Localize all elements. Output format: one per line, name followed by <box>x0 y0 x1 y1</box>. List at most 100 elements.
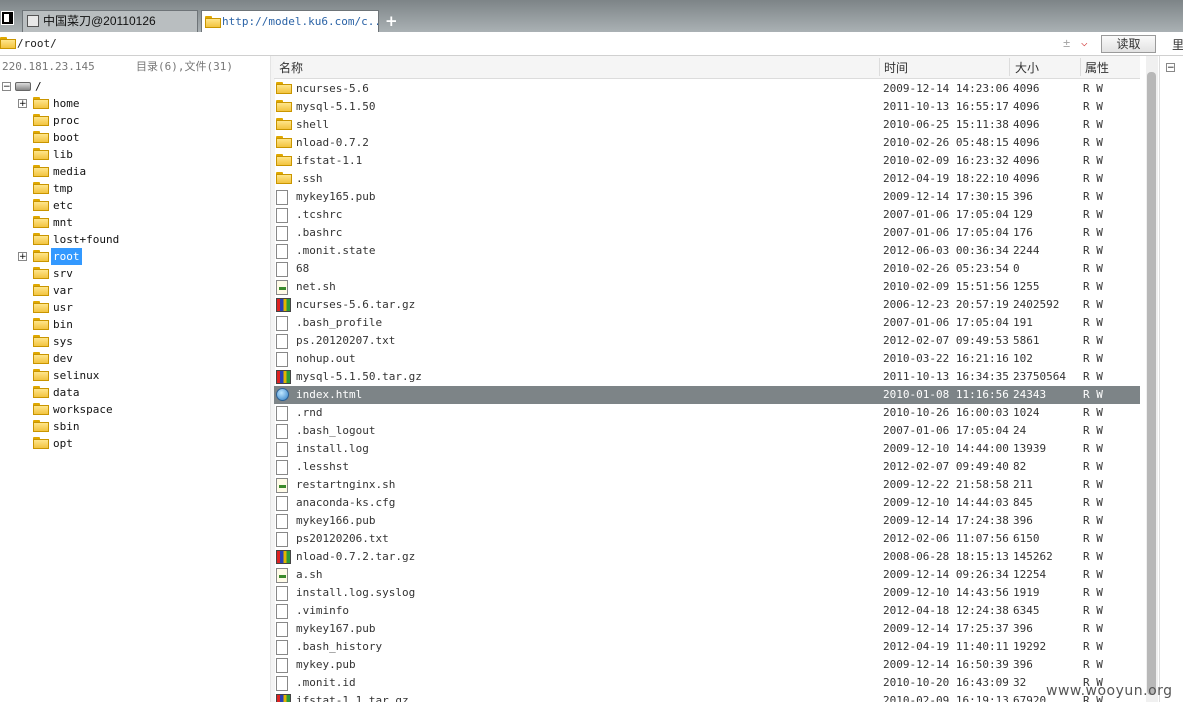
file-attr: R W <box>1083 190 1103 203</box>
tree-item-root[interactable]: + root <box>0 248 270 265</box>
tree-item-tmp[interactable]: tmp <box>0 180 270 197</box>
file-name: install.log <box>296 442 369 455</box>
file-row[interactable]: mykey166.pub 2009-12-14 17:24:38 396 R W <box>274 512 1140 530</box>
file-row[interactable]: ps.20120207.txt 2012-02-07 09:49:53 5861 R … <box>274 332 1140 350</box>
file-row[interactable]: .bash_history 2012-04-19 11:40:11 19292 R W <box>274 638 1140 656</box>
tree-item-sys[interactable]: sys <box>0 333 270 350</box>
tree-item-etc[interactable]: etc <box>0 197 270 214</box>
file-row[interactable]: install.log.syslog 2009-12-10 14:43:56 191… <box>274 584 1140 602</box>
file-row[interactable]: install.log 2009-12-10 14:44:00 13939 R W <box>274 440 1140 458</box>
tree-item-workspace[interactable]: workspace <box>0 401 270 418</box>
tree-root[interactable]: − / <box>0 78 270 95</box>
file-attr: R W <box>1083 388 1103 401</box>
file-size: 23750564 <box>1013 370 1066 383</box>
column-divider[interactable] <box>1009 58 1010 76</box>
column-divider[interactable] <box>879 58 880 76</box>
file-attr: R W <box>1083 118 1103 131</box>
tree-item-opt[interactable]: opt <box>0 435 270 452</box>
folder-icon <box>276 136 292 148</box>
tree-item-lost-found[interactable]: lost+found <box>0 231 270 248</box>
file-row[interactable]: ifstat-1.1.tar.gz 2010-02-09 16:19:13 6792… <box>274 692 1140 702</box>
tree-item-proc[interactable]: proc <box>0 112 270 129</box>
new-tab-button[interactable]: + <box>385 12 398 30</box>
file-name: mykey167.pub <box>296 622 376 635</box>
file-name: .viminfo <box>296 604 349 617</box>
column-name[interactable]: 名称 <box>279 59 303 76</box>
file-time: 2009-12-14 16:50:39 <box>883 658 1009 671</box>
file-row[interactable]: a.sh 2009-12-14 09:26:34 12254 R W <box>274 566 1140 584</box>
file-row[interactable]: .rnd 2010-10-26 16:00:03 1024 R W <box>274 404 1140 422</box>
tree-item-srv[interactable]: srv <box>0 265 270 282</box>
file-row[interactable]: .bash_logout 2007-01-06 17:05:04 24 R W <box>274 422 1140 440</box>
folder-icon <box>33 386 49 398</box>
file-time: 2010-02-09 16:19:13 <box>883 694 1009 702</box>
collapse-icon[interactable]: − <box>2 82 11 92</box>
file-attr: R W <box>1083 478 1103 491</box>
file-row[interactable]: net.sh 2010-02-09 15:51:56 1255 R W <box>274 278 1140 296</box>
expand-icon[interactable]: + <box>18 252 27 262</box>
tree-item-boot[interactable]: boot <box>0 129 270 146</box>
file-row[interactable]: nohup.out 2010-03-22 16:21:16 102 R W <box>274 350 1140 368</box>
file-row[interactable]: .bash_profile 2007-01-06 17:05:04 191 R W <box>274 314 1140 332</box>
file-row[interactable]: .monit.state 2012-06-03 00:36:34 2244 R W <box>274 242 1140 260</box>
window-menu-icon[interactable] <box>1 11 14 25</box>
file-row[interactable]: ncurses-5.6 2009-12-14 14:23:06 4096 R W <box>274 80 1140 98</box>
folder-icon <box>276 82 292 94</box>
tree-item-data[interactable]: data <box>0 384 270 401</box>
file-row[interactable]: restartnginx.sh 2009-12-22 21:58:58 211 R W <box>274 476 1140 494</box>
file-attr: R W <box>1083 550 1103 563</box>
file-name: nohup.out <box>296 352 356 365</box>
file-row[interactable]: shell 2010-06-25 15:11:38 4096 R W <box>274 116 1140 134</box>
file-row[interactable]: mykey167.pub 2009-12-14 17:25:37 396 R W <box>274 620 1140 638</box>
folder-icon <box>33 267 49 279</box>
file-row[interactable]: .tcshrc 2007-01-06 17:05:04 129 R W <box>274 206 1140 224</box>
file-size: 5861 <box>1013 334 1040 347</box>
plus-minus-icon[interactable]: ± <box>1063 36 1070 50</box>
tree-item-dev[interactable]: dev <box>0 350 270 367</box>
expand-icon[interactable]: + <box>18 99 27 109</box>
tree-item-lib[interactable]: lib <box>0 146 270 163</box>
file-row[interactable]: ncurses-5.6.tar.gz 2006-12-23 20:57:19 240… <box>274 296 1140 314</box>
file-row[interactable]: mykey165.pub 2009-12-14 17:30:15 396 R W <box>274 188 1140 206</box>
tab-caidao[interactable]: 中国菜刀@20110126 <box>22 10 198 32</box>
file-row[interactable]: mysql-5.1.50.tar.gz 2011-10-13 16:34:35 23… <box>274 368 1140 386</box>
vertical-scrollbar[interactable] <box>1146 56 1158 702</box>
file-row[interactable]: anaconda-ks.cfg 2009-12-10 14:44:03 845 R W <box>274 494 1140 512</box>
tree-item-sbin[interactable]: sbin <box>0 418 270 435</box>
tree-item-var[interactable]: var <box>0 282 270 299</box>
tree-item-media[interactable]: media <box>0 163 270 180</box>
file-name: index.html <box>296 388 363 401</box>
file-row[interactable]: .monit.id 2010-10-20 16:43:09 32 R W <box>274 674 1140 692</box>
right-panel-label: 里 <box>1172 38 1183 52</box>
file-row[interactable]: index.html 2010-01-08 11:16:56 24343 R W <box>274 386 1140 404</box>
file-size: 13939 <box>1013 442 1047 455</box>
path-input[interactable]: /root/ <box>17 37 57 50</box>
tree-item-selinux[interactable]: selinux <box>0 367 270 384</box>
file-row[interactable]: nload-0.7.2 2010-02-26 05:48:15 4096 R W <box>274 134 1140 152</box>
tree-item-usr[interactable]: usr <box>0 299 270 316</box>
file-row[interactable]: 68 2010-02-26 05:23:54 0 R W <box>274 260 1140 278</box>
tree-item-bin[interactable]: bin <box>0 316 270 333</box>
collapse-icon[interactable]: − <box>1166 63 1175 73</box>
tree-item-mnt[interactable]: mnt <box>0 214 270 231</box>
file-row[interactable]: .viminfo 2012-04-18 12:24:38 6345 R W <box>274 602 1140 620</box>
tab-url[interactable]: http://model.ku6.com/c... <box>201 10 379 32</box>
file-row[interactable]: ifstat-1.1 2010-02-09 16:23:32 4096 R W <box>274 152 1140 170</box>
column-size[interactable]: 大小 <box>1015 59 1039 76</box>
read-button[interactable]: 读取 <box>1101 35 1156 53</box>
file-size: 211 <box>1013 478 1033 491</box>
file-row[interactable]: mykey.pub 2009-12-14 16:50:39 396 R W <box>274 656 1140 674</box>
file-row[interactable]: mysql-5.1.50 2011-10-13 16:55:17 4096 R W <box>274 98 1140 116</box>
column-time[interactable]: 时间 <box>884 59 908 76</box>
chevron-down-icon[interactable]: ⌵ <box>1081 36 1088 49</box>
file-row[interactable]: nload-0.7.2.tar.gz 2008-06-28 18:15:13 145… <box>274 548 1140 566</box>
file-row[interactable]: .lesshst 2012-02-07 09:49:40 82 R W <box>274 458 1140 476</box>
file-row[interactable]: ps20120206.txt 2012-02-06 11:07:56 6150 R W <box>274 530 1140 548</box>
scrollbar-thumb[interactable] <box>1147 72 1156 695</box>
file-row[interactable]: .ssh 2012-04-19 18:22:10 4096 R W <box>274 170 1140 188</box>
file-row[interactable]: .bashrc 2007-01-06 17:05:04 176 R W <box>274 224 1140 242</box>
file-time: 2010-02-26 05:23:54 <box>883 262 1009 275</box>
column-attr[interactable]: 属性 <box>1085 59 1109 76</box>
tree-item-home[interactable]: + home <box>0 95 270 112</box>
column-divider[interactable] <box>1080 58 1081 76</box>
